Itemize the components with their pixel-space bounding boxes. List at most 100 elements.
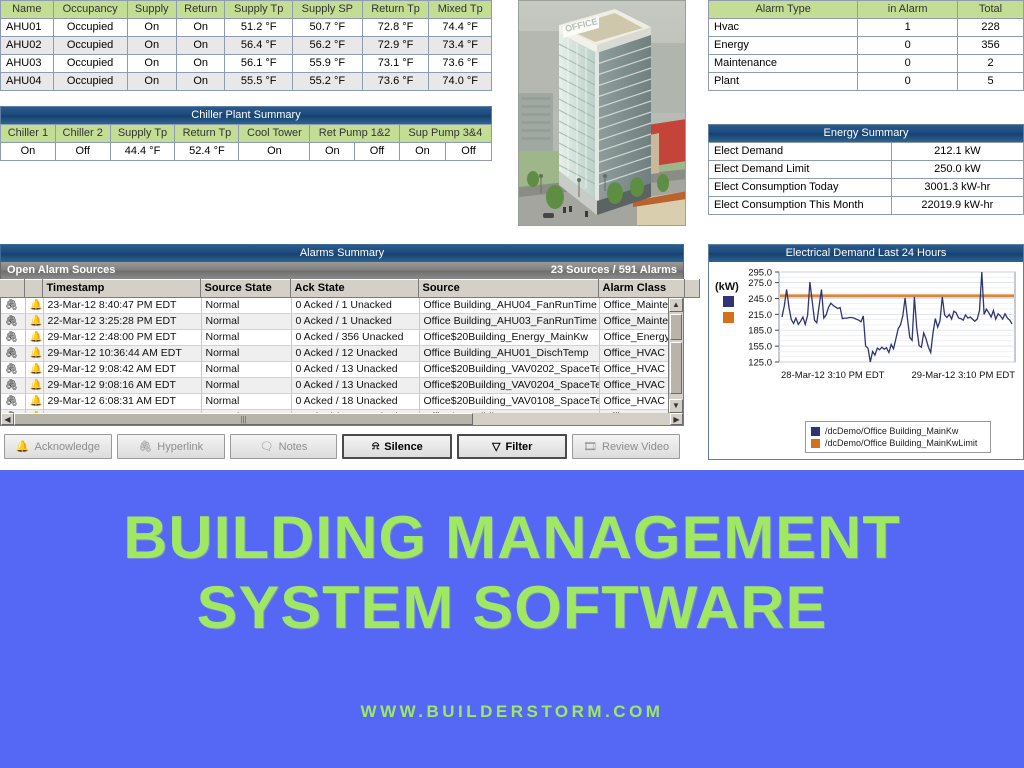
column-header: Ack State	[290, 279, 419, 298]
cell: On	[175, 36, 226, 55]
cell-source: Office$20Building_VAV0108_SpaceTemp	[419, 393, 600, 410]
alarm-button-acknowledge[interactable]: 🔔 Acknowledge	[4, 434, 112, 459]
cell-timestamp: 23-Mar-12 8:40:47 PM EDT	[43, 298, 202, 314]
table-row: AHU03 Occupied On On 56.1 °F 55.9 °F 73.1 °F 73…	[0, 54, 492, 73]
table-header-row: Timestamp Source State Ack State Source Alar…	[0, 279, 700, 298]
row-link-icon[interactable]: 🖇	[1, 298, 26, 314]
table-row[interactable]: 🖇 🔔 29-Mar-12 9:08:16 AM EDT Normal 0 Acked …	[1, 377, 683, 394]
alarms-horizontal-scrollbar[interactable]: ◀ ||| ▶	[0, 413, 684, 426]
hscroll-thumb[interactable]: |||	[14, 413, 474, 425]
chiller-panel-title: Chiller Plant Summary	[0, 106, 492, 124]
alarm-bell-icon: 🔔	[25, 329, 44, 346]
alarm-button-notes[interactable]: 🗨 Notes	[229, 434, 338, 459]
column-header: Return Tp	[174, 124, 240, 143]
cell-source: Office Building_AHU04_FanRunTime	[419, 298, 600, 314]
cell: Off	[445, 142, 492, 161]
scroll-right-icon[interactable]: ▶	[670, 413, 683, 425]
scroll-up-icon[interactable]: ▲	[669, 298, 683, 312]
alarm-action-button-bar: 🔔 Acknowledge 🖇 Hyperlink 🗨 Notes ⍾ Silence ▽ Fil…	[0, 434, 684, 459]
alarm-button-filter[interactable]: ▽ Filter	[457, 434, 568, 459]
svg-text:29-Mar-12 3:10 PM EDT: 29-Mar-12 3:10 PM EDT	[912, 370, 1016, 381]
row-link-icon[interactable]: 🖇	[1, 361, 26, 378]
table-row[interactable]: 🖇 🔔 29-Mar-12 6:08:31 AM EDT Normal 0 Acked …	[1, 393, 683, 410]
cell-label: Elect Consumption This Month	[708, 196, 892, 215]
banner-line-2: SYSTEM SOFTWARE	[196, 574, 828, 641]
hscroll-track[interactable]: |||	[14, 413, 670, 425]
cell-timestamp: 29-Mar-12 9:08:42 AM EDT	[43, 361, 202, 378]
alarm-button-review-video[interactable]: 🎞 Review Video	[572, 434, 680, 459]
legend-swatch-mainkw	[811, 426, 820, 436]
scroll-left-icon[interactable]: ◀	[1, 413, 14, 425]
alarms-list-viewport[interactable]: 🖇 🔔 23-Mar-12 8:40:47 PM EDT Normal 0 Acked …	[0, 298, 684, 413]
cell-value: 250.0 kW	[890, 160, 1024, 179]
chart-plot-area: (kW) 125.0 155.0 185.0 215.0 245.0 275.0 295.0 2…	[709, 262, 1023, 397]
cell-timestamp: 22-Mar-12 3:25:28 PM EDT	[43, 313, 202, 330]
alarm-bell-icon: 🔔	[25, 361, 44, 378]
alarms-header-table: Timestamp Source State Ack State Source Alar…	[0, 279, 700, 298]
table-row[interactable]: 🖇 🔔 29-Mar-12 2:48:00 PM EDT Normal 0 Acked …	[1, 329, 683, 346]
cell: Off	[54, 142, 111, 161]
cell: 0	[857, 72, 959, 91]
cell-source-state: Normal	[201, 393, 292, 410]
alarms-summary-panel: Alarms Summary Open Alarm Sources 23 Sou…	[0, 244, 700, 426]
alarm-bell-icon: 🔔	[25, 393, 44, 410]
column-header: Supply	[126, 0, 177, 19]
funnel-icon: ▽	[492, 441, 501, 453]
alarms-vertical-scrollbar[interactable]: ▲ ▼	[668, 298, 683, 413]
column-header: Return	[175, 0, 226, 19]
row-link-icon[interactable]: 🖇	[1, 393, 26, 410]
energy-panel-title: Energy Summary	[708, 124, 1024, 142]
alarm-bell-icon: 🔔	[25, 345, 44, 362]
cell-name: AHU01	[0, 18, 54, 37]
table-header-row: Chiller 1 Chiller 2 Supply Tp Return Tp Cool…	[0, 124, 493, 143]
alarm-button-silence[interactable]: ⍾ Silence	[342, 434, 453, 459]
legend-label-mainkwlimit: /dcDemo/Office Building_MainKwLimit	[825, 438, 978, 448]
column-header: Timestamp	[42, 279, 201, 298]
table-row[interactable]: 🖇 🔔 29-Mar-12 10:36:44 AM EDT Normal 0 Acked…	[1, 345, 683, 362]
legend-item: /dcDemo/Office Building_MainKw	[811, 425, 985, 437]
alarm-button-hyperlink[interactable]: 🖇 Hyperlink	[116, 434, 225, 459]
svg-text:245.0: 245.0	[748, 294, 772, 305]
table-row[interactable]: 🖇 🔔 29-Mar-12 9:08:42 AM EDT Normal 0 Acked …	[1, 361, 683, 378]
scroll-thumb[interactable]	[670, 342, 682, 394]
cell-value: 22019.9 kW-hr	[890, 196, 1024, 215]
cell: On	[175, 54, 226, 73]
table-header-row: Alarm Type in Alarm Total	[707, 0, 1024, 19]
cell-source-state: Normal	[201, 313, 292, 330]
cell-source: Office$20Building_Energy_MainKw	[419, 329, 600, 346]
cell: 74.4 °F	[428, 18, 492, 37]
svg-text:185.0: 185.0	[748, 326, 772, 337]
button-label: Acknowledge	[34, 440, 100, 453]
column-header-icon1	[0, 279, 25, 298]
scroll-down-icon[interactable]: ▼	[669, 399, 683, 413]
row-link-icon[interactable]: 🖇	[1, 377, 26, 394]
row-link-icon[interactable]: 🖇	[1, 313, 26, 330]
row-link-icon[interactable]: 🖇	[1, 329, 26, 346]
table-row[interactable]: 🖇 🔔 23-Mar-12 8:40:47 PM EDT Normal 0 Acked …	[1, 298, 683, 314]
table-row[interactable]: 🖇 🔔 22-Mar-12 3:25:28 PM EDT Normal 0 Acked …	[1, 313, 683, 330]
cell: 5	[957, 72, 1024, 91]
cell-ack-state: 0 Acked / 13 Unacked	[291, 377, 420, 394]
cell: Occupied	[52, 36, 128, 55]
cell: 0	[857, 54, 959, 73]
cell-source-state: Normal	[201, 329, 292, 346]
cell-timestamp: 29-Mar-12 2:48:00 PM EDT	[43, 329, 202, 346]
column-header: in Alarm	[857, 0, 959, 19]
column-header: Mixed Tp	[428, 0, 492, 19]
table-row: Plant 0 5	[707, 72, 1024, 91]
button-label: Hyperlink	[157, 440, 204, 453]
cell-name: AHU02	[0, 36, 54, 55]
row-link-icon[interactable]: 🖇	[1, 345, 26, 362]
cell: 56.4 °F	[224, 36, 293, 55]
cell-source-state: Normal	[201, 361, 292, 378]
cell: On	[398, 142, 447, 161]
scroll-thumb-upper[interactable]	[670, 314, 682, 340]
column-header: Alarm Type	[707, 0, 859, 19]
cell: Occupied	[52, 54, 128, 73]
cell: 1	[857, 18, 959, 37]
hyperlink-icon: 🖇	[138, 441, 153, 453]
cell: 55.9 °F	[291, 54, 363, 73]
cell-source-state: Normal	[201, 377, 292, 394]
cell-timestamp: 29-Mar-12 6:08:31 AM EDT	[43, 393, 202, 410]
energy-summary-panel: Energy Summary Elect Demand 212.1 kW Elect…	[708, 124, 1024, 215]
